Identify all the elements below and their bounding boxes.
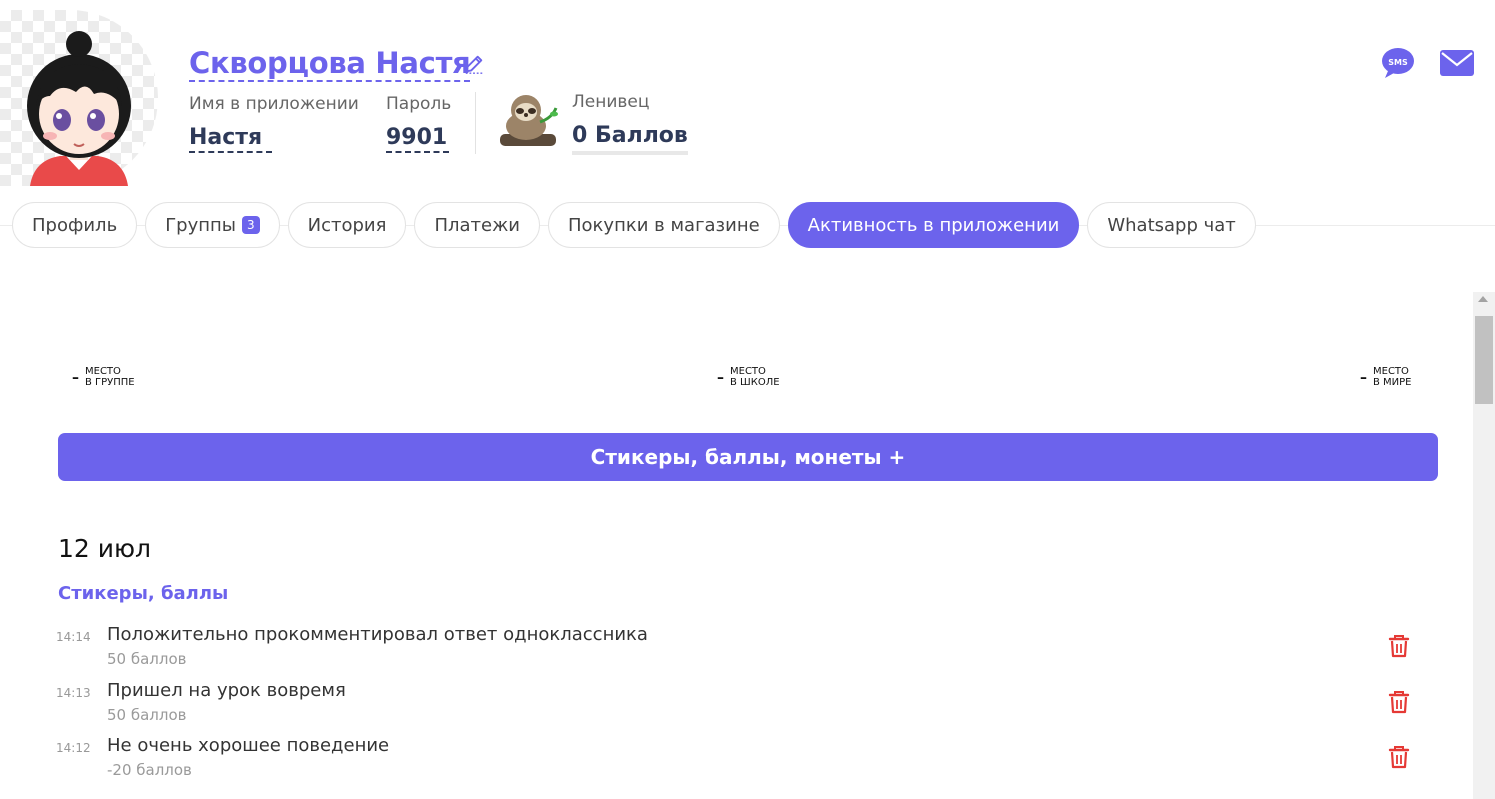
rank-value: – [717, 370, 724, 386]
rank-value: – [72, 370, 79, 386]
rank-group: – место в группе [72, 366, 135, 388]
tab-app-activity[interactable]: Активность в приложении [787, 202, 1080, 248]
activity-points: -20 баллов [107, 761, 192, 779]
mail-icon[interactable] [1440, 50, 1474, 76]
tab-label: Платежи [434, 214, 520, 236]
scrollbar-thumb[interactable] [1475, 316, 1493, 404]
activity-title: Положительно прокомментировал ответ одно… [107, 624, 648, 645]
sms-icon[interactable]: SMS [1380, 47, 1416, 79]
activity-date-heading: 12 июл [58, 534, 152, 563]
tab-label: Активность в приложении [807, 214, 1060, 236]
tab-label: Whatsapp чат [1107, 214, 1236, 236]
level-name: Ленивец [572, 92, 650, 112]
rank-caption: место в школе [730, 366, 780, 388]
tab-label: История [307, 214, 387, 236]
scroll-up-icon[interactable] [1478, 296, 1488, 302]
rank-world: – место в мире [1360, 366, 1412, 388]
activity-points: 50 баллов [107, 706, 187, 724]
pencil-icon[interactable] [463, 53, 485, 75]
rank-school: – место в школе [717, 366, 780, 388]
activity-time: 14:13 [56, 686, 91, 700]
tab-label: Покупки в магазине [568, 214, 760, 236]
points-value: 0 Баллов [572, 121, 688, 155]
activity-row: 14:12 Не очень хорошее поведение -20 бал… [56, 735, 1416, 785]
tab-payments[interactable]: Платежи [414, 202, 540, 248]
rank-caption-line: в мире [1373, 377, 1412, 388]
rank-caption: место в группе [85, 366, 135, 388]
activity-time: 14:14 [56, 630, 91, 644]
password-label: Пароль [386, 94, 452, 114]
rank-caption-line: место [85, 366, 121, 377]
header-divider [475, 92, 476, 154]
svg-text:SMS: SMS [1388, 58, 1408, 67]
rank-caption-line: в группе [85, 377, 135, 388]
avatar-girl-image [27, 31, 131, 186]
activity-time: 14:12 [56, 741, 91, 755]
rank-value: – [1360, 370, 1367, 386]
activity-title: Пришел на урок вовремя [107, 680, 346, 701]
trash-icon[interactable] [1388, 690, 1410, 714]
password-value[interactable]: 9901 [386, 125, 450, 153]
tab-shop-purchases[interactable]: Покупки в магазине [548, 202, 780, 248]
tab-profile[interactable]: Профиль [12, 202, 138, 248]
tab-whatsapp-chat[interactable]: Whatsapp чат [1087, 202, 1256, 248]
activity-section-title: Стикеры, баллы [58, 583, 229, 604]
trash-icon[interactable] [1388, 745, 1410, 769]
app-name-value[interactable]: Настя [189, 125, 273, 153]
rank-caption-line: место [730, 366, 766, 377]
activity-points: 50 баллов [107, 650, 187, 668]
rank-caption-line: место [1373, 366, 1409, 377]
rank-caption-line: в школе [730, 377, 780, 388]
sloth-level-icon [500, 95, 558, 146]
avatar [0, 10, 158, 186]
scrollbar[interactable] [1473, 292, 1495, 799]
add-stickers-points-coins-button[interactable]: Стикеры, баллы, монеты + [58, 433, 1438, 481]
activity-title: Не очень хорошее поведение [107, 735, 390, 756]
tab-groups[interactable]: Группы 3 [145, 202, 280, 248]
profile-tabs: Профиль Группы 3 История Платежи Покупки … [12, 202, 1256, 248]
activity-row: 14:14 Положительно прокомментировал отве… [56, 624, 1416, 674]
app-name-label: Имя в приложении [189, 94, 359, 114]
student-full-name[interactable]: Скворцова Настя [189, 46, 471, 82]
groups-count-badge: 3 [242, 216, 260, 234]
tab-label: Группы [165, 214, 236, 236]
rank-caption: место в мире [1373, 366, 1412, 388]
trash-icon[interactable] [1388, 634, 1410, 658]
tab-label: Профиль [32, 214, 118, 236]
tab-history[interactable]: История [287, 202, 407, 248]
activity-row: 14:13 Пришел на урок вовремя 50 баллов [56, 680, 1416, 730]
